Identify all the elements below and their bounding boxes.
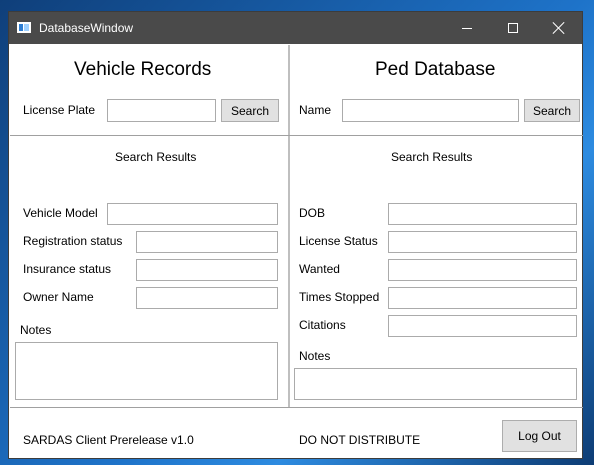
ped-search-button[interactable]: Search	[524, 99, 580, 122]
wanted-field[interactable]	[388, 259, 577, 281]
license-status-field[interactable]	[388, 231, 577, 253]
owner-name-field[interactable]	[136, 287, 278, 309]
license-plate-input[interactable]	[107, 99, 216, 122]
minimize-icon	[462, 27, 472, 29]
maximize-icon	[508, 23, 518, 33]
ped-name-input[interactable]	[342, 99, 519, 122]
close-button[interactable]	[536, 12, 582, 44]
vehicle-search-results-label: Search Results	[115, 150, 197, 164]
registration-status-label: Registration status	[23, 234, 123, 248]
owner-name-label: Owner Name	[23, 290, 94, 304]
title-bar[interactable]: DatabaseWindow	[9, 12, 582, 44]
times-stopped-field[interactable]	[388, 287, 577, 309]
database-window: DatabaseWindow Vehicle Records License P…	[8, 11, 583, 459]
registration-status-field[interactable]	[136, 231, 278, 253]
ped-database-heading: Ped Database	[375, 59, 496, 80]
panel-divider	[288, 45, 290, 407]
distribution-notice: DO NOT DISTRIBUTE	[299, 433, 421, 447]
footer-divider	[10, 407, 583, 408]
wanted-label: Wanted	[299, 262, 340, 276]
vehicle-model-field[interactable]	[107, 203, 278, 225]
version-text: SARDAS Client Prerelease v1.0	[23, 433, 194, 447]
times-stopped-label: Times Stopped	[299, 290, 380, 304]
vehicle-notes-textarea[interactable]	[15, 342, 278, 400]
dob-label: DOB	[299, 206, 326, 220]
search-divider	[10, 135, 583, 136]
insurance-status-field[interactable]	[136, 259, 278, 281]
ped-notes-label: Notes	[299, 349, 331, 363]
license-status-label: License Status	[299, 234, 378, 248]
citations-field[interactable]	[388, 315, 577, 337]
dob-field[interactable]	[388, 203, 577, 225]
license-plate-label: License Plate	[23, 103, 96, 117]
vehicle-search-button[interactable]: Search	[221, 99, 279, 122]
ped-notes-textarea[interactable]	[294, 368, 577, 400]
vehicle-records-heading: Vehicle Records	[74, 59, 212, 80]
ped-search-results-label: Search Results	[391, 150, 473, 164]
name-label: Name	[299, 103, 332, 117]
window-title: DatabaseWindow	[39, 21, 134, 35]
close-icon	[552, 21, 566, 35]
minimize-button[interactable]	[444, 12, 490, 44]
log-out-button[interactable]: Log Out	[502, 420, 577, 452]
app-window-icon	[17, 22, 31, 33]
vehicle-model-label: Vehicle Model	[23, 206, 98, 220]
vehicle-notes-label: Notes	[20, 323, 52, 337]
maximize-button[interactable]	[490, 12, 536, 44]
citations-label: Citations	[299, 318, 346, 332]
insurance-status-label: Insurance status	[23, 262, 112, 276]
